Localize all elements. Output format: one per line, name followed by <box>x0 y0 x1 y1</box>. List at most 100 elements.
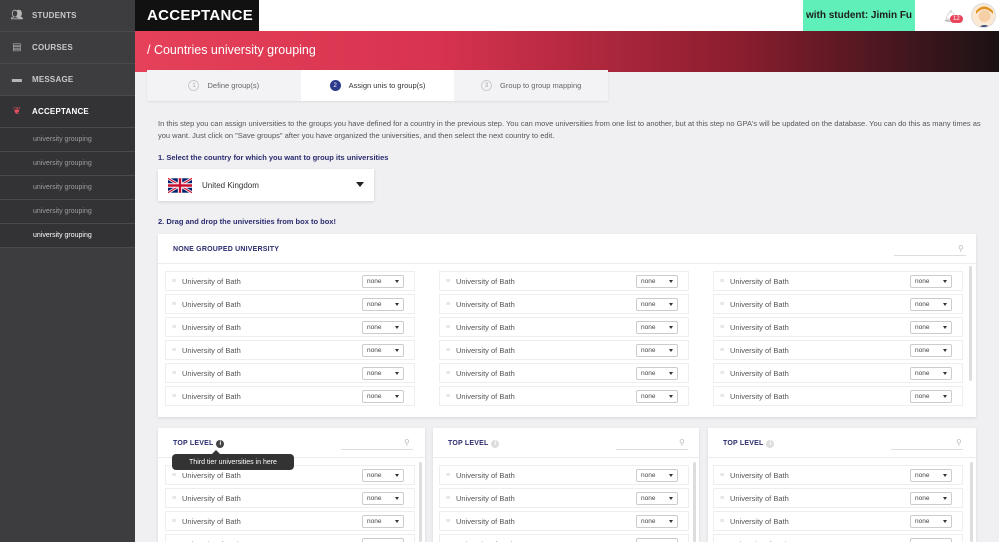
group-select[interactable]: none <box>910 515 952 528</box>
group-select[interactable]: none <box>362 321 404 334</box>
drag-handle-icon[interactable]: ≡ <box>166 278 182 285</box>
group-select[interactable]: none <box>362 344 404 357</box>
university-item[interactable]: ≡University of Bathnone <box>165 271 415 291</box>
university-item[interactable]: ≡University of Bathnone <box>713 340 963 360</box>
drag-handle-icon[interactable]: ≡ <box>440 278 456 285</box>
university-item[interactable]: ≡University of Bathnone <box>439 465 689 485</box>
sidebar-item-message[interactable]: ▬ MESSAGE <box>0 64 135 96</box>
drag-handle-icon[interactable]: ≡ <box>166 347 182 354</box>
group-select[interactable]: none <box>636 321 678 334</box>
university-item[interactable]: ≡University of Bathnone <box>439 317 689 337</box>
sidebar-subitem-active[interactable]: university grouping <box>0 224 135 248</box>
scrollbar[interactable] <box>693 462 696 542</box>
group-select[interactable]: none <box>362 492 404 505</box>
university-item[interactable]: ≡University of Bathnone <box>713 488 963 508</box>
drag-handle-icon[interactable]: ≡ <box>714 324 730 331</box>
university-item[interactable]: ≡University of Bathnone <box>713 363 963 383</box>
search-input[interactable] <box>894 255 966 256</box>
group-select[interactable]: none <box>636 344 678 357</box>
scrollbar[interactable] <box>969 266 972 381</box>
university-item[interactable]: ≡University of Bathnone <box>713 294 963 314</box>
drag-handle-icon[interactable]: ≡ <box>440 324 456 331</box>
drag-handle-icon[interactable]: ≡ <box>440 472 456 479</box>
drag-handle-icon[interactable]: ≡ <box>166 301 182 308</box>
university-item[interactable]: ≡University of Bathnone <box>713 465 963 485</box>
scrollbar[interactable] <box>970 462 973 542</box>
university-item[interactable]: ≡University of Bathnone <box>165 488 415 508</box>
university-item[interactable]: ≡University of Bathnone <box>165 386 415 406</box>
university-item[interactable]: ≡University of Bathnone <box>439 386 689 406</box>
group-select[interactable]: none <box>910 390 952 403</box>
university-item[interactable]: ≡University of Bathnone <box>439 294 689 314</box>
drag-handle-icon[interactable]: ≡ <box>166 370 182 377</box>
drag-handle-icon[interactable]: ≡ <box>166 518 182 525</box>
group-select[interactable]: none <box>636 298 678 311</box>
sidebar-subitem[interactable]: university grouping <box>0 200 135 224</box>
group-select[interactable]: none <box>910 492 952 505</box>
sidebar-item-courses[interactable]: ▤ COURSES <box>0 32 135 64</box>
drag-handle-icon[interactable]: ≡ <box>166 324 182 331</box>
group-select[interactable]: none <box>362 469 404 482</box>
group-select[interactable]: none <box>636 538 678 542</box>
drag-handle-icon[interactable]: ≡ <box>714 393 730 400</box>
university-item[interactable]: ≡University of Bathnone <box>439 511 689 531</box>
group-select[interactable]: none <box>362 515 404 528</box>
sidebar-subitem[interactable]: university grouping <box>0 128 135 152</box>
search-input[interactable] <box>616 449 688 450</box>
sidebar-subitem[interactable]: university grouping <box>0 176 135 200</box>
drag-handle-icon[interactable]: ≡ <box>714 495 730 502</box>
step-assign-unis[interactable]: 2 Assign unis to group(s) <box>300 70 455 101</box>
drag-handle-icon[interactable]: ≡ <box>440 370 456 377</box>
university-item[interactable]: ≡University of Bathnone <box>439 340 689 360</box>
group-select[interactable]: none <box>910 469 952 482</box>
student-indicator[interactable]: with student: Jimin Fu <box>803 0 915 31</box>
drag-handle-icon[interactable]: ≡ <box>714 518 730 525</box>
drag-handle-icon[interactable]: ≡ <box>714 370 730 377</box>
avatar[interactable] <box>971 3 996 28</box>
drag-handle-icon[interactable]: ≡ <box>166 393 182 400</box>
step-define-groups[interactable]: 1 Define group(s) <box>147 70 301 101</box>
group-select[interactable]: none <box>362 367 404 380</box>
step-group-mapping[interactable]: 3 Group to group mapping <box>454 70 609 101</box>
drag-handle-icon[interactable]: ≡ <box>440 393 456 400</box>
drag-handle-icon[interactable]: ≡ <box>440 301 456 308</box>
drag-handle-icon[interactable]: ≡ <box>714 347 730 354</box>
group-select[interactable]: none <box>362 298 404 311</box>
sidebar-item-acceptance[interactable]: ❦ ACCEPTANCE <box>0 96 135 128</box>
university-item[interactable]: ≡University of Bathnone <box>439 488 689 508</box>
university-item[interactable]: ≡University of Bathnone <box>165 317 415 337</box>
university-item[interactable]: ≡University of Bathnone <box>713 534 963 542</box>
country-select[interactable]: United Kingdom <box>158 169 374 201</box>
group-select[interactable]: none <box>910 344 952 357</box>
drag-handle-icon[interactable]: ≡ <box>440 347 456 354</box>
sidebar-subitem[interactable]: university grouping <box>0 152 135 176</box>
search-input[interactable] <box>891 449 963 450</box>
info-icon[interactable]: i <box>491 440 500 448</box>
drag-handle-icon[interactable]: ≡ <box>714 472 730 479</box>
info-icon[interactable]: i <box>766 440 775 448</box>
drag-handle-icon[interactable]: ≡ <box>714 301 730 308</box>
search-input[interactable] <box>341 449 413 450</box>
sidebar-item-students[interactable]: 👥︎ STUDENTS <box>0 0 135 32</box>
university-item[interactable]: ≡University of Bathnone <box>165 534 415 542</box>
group-select[interactable]: none <box>636 469 678 482</box>
university-item[interactable]: ≡University of Bathnone <box>713 271 963 291</box>
scrollbar[interactable] <box>419 462 422 542</box>
group-select[interactable]: none <box>362 538 404 542</box>
info-icon[interactable]: i <box>216 440 225 448</box>
drag-handle-icon[interactable]: ≡ <box>166 495 182 502</box>
university-item[interactable]: ≡University of Bathnone <box>713 511 963 531</box>
university-item[interactable]: ≡University of Bathnone <box>165 340 415 360</box>
group-select[interactable]: none <box>362 275 404 288</box>
group-select[interactable]: none <box>910 321 952 334</box>
university-item[interactable]: ≡University of Bathnone <box>165 363 415 383</box>
university-item[interactable]: ≡University of Bathnone <box>713 317 963 337</box>
group-select[interactable]: none <box>362 390 404 403</box>
group-select[interactable]: none <box>910 298 952 311</box>
group-select[interactable]: none <box>910 367 952 380</box>
drag-handle-icon[interactable]: ≡ <box>714 278 730 285</box>
university-item[interactable]: ≡University of Bathnone <box>439 534 689 542</box>
university-item[interactable]: ≡University of Bathnone <box>439 271 689 291</box>
university-item[interactable]: ≡University of Bathnone <box>165 294 415 314</box>
drag-handle-icon[interactable]: ≡ <box>440 495 456 502</box>
